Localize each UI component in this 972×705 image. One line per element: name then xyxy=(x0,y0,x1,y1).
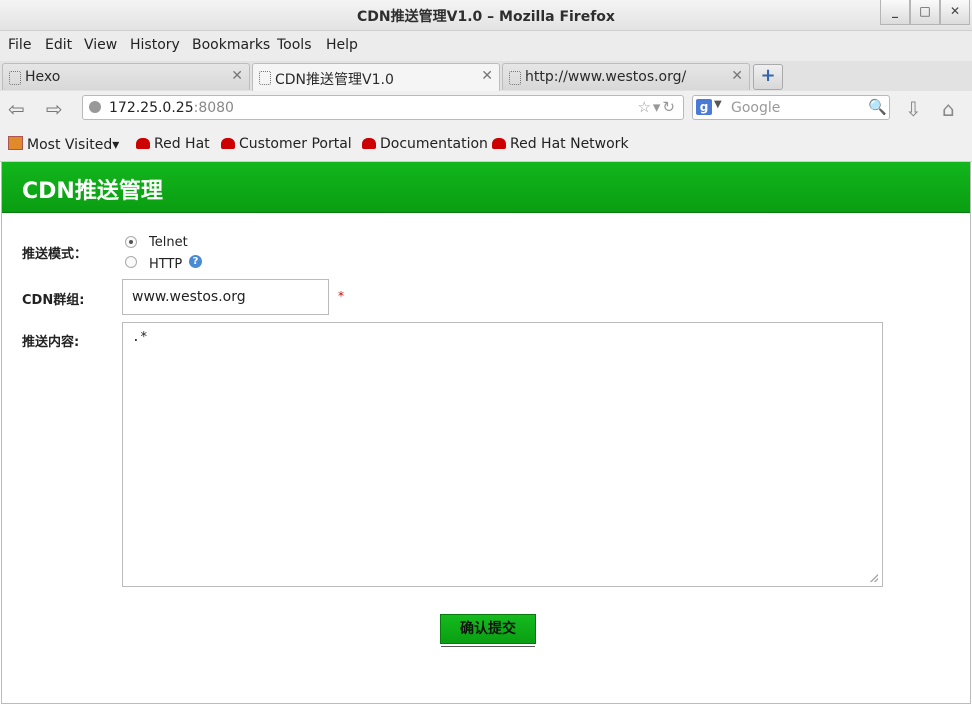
bookmark-label: Most Visited xyxy=(27,137,113,153)
bookmark-label: Customer Portal xyxy=(239,136,352,152)
tab-label: Hexo xyxy=(25,69,61,85)
radio-http-label: HTTP xyxy=(149,257,183,272)
help-icon[interactable]: ? xyxy=(189,255,202,268)
mode-label: 推送模式： xyxy=(22,247,88,262)
url-port: :8080 xyxy=(193,100,234,116)
bookmark-documentation[interactable]: Documentation xyxy=(362,136,488,152)
page-content: CDN推送管理 推送模式： Telnet HTTP ? CDN群组: www.w… xyxy=(1,162,971,704)
bookmark-label: Red Hat xyxy=(154,136,210,152)
close-icon[interactable]: ✕ xyxy=(481,68,493,84)
content-label: 推送内容: xyxy=(22,335,80,350)
globe-icon xyxy=(89,101,101,113)
redhat-icon xyxy=(136,138,150,149)
bookmark-label: Red Hat Network xyxy=(510,136,629,152)
menu-tools[interactable]: Tools xyxy=(277,37,312,53)
group-label: CDN群组: xyxy=(22,293,85,308)
download-icon[interactable]: ⇩ xyxy=(905,97,922,121)
minimize-button[interactable]: _ xyxy=(880,0,910,25)
chevron-down-icon[interactable]: ▼ xyxy=(714,99,722,110)
menu-bar: File Edit View History Bookmarks Tools H… xyxy=(0,31,972,61)
url-bar[interactable]: 172.25.0.25:8080 ☆▾↻ xyxy=(82,95,684,120)
page-icon xyxy=(509,71,521,85)
close-icon[interactable]: ✕ xyxy=(231,68,243,84)
search-icon[interactable]: 🔍 xyxy=(868,98,887,116)
window-title: CDN推送管理V1.0 – Mozilla Firefox xyxy=(357,9,615,25)
bookmark-red-hat-network[interactable]: Red Hat Network xyxy=(492,136,629,152)
forward-icon[interactable]: ⇨ xyxy=(46,97,63,121)
tab-strip: Hexo ✕ CDN推送管理V1.0 ✕ http://www.westos.o… xyxy=(0,61,972,92)
search-placeholder: Google xyxy=(731,100,781,116)
submit-button[interactable]: 确认提交 xyxy=(440,614,536,647)
back-icon[interactable]: ⇦ xyxy=(8,97,25,121)
tab-label: http://www.westos.org/ xyxy=(525,69,687,85)
redhat-icon xyxy=(362,138,376,149)
bookmark-label: Documentation xyxy=(380,136,488,152)
url-host: 172.25.0.25 xyxy=(109,100,194,116)
cdn-group-input[interactable]: www.westos.org xyxy=(122,279,329,315)
new-tab-button[interactable]: + xyxy=(753,64,783,90)
folder-icon xyxy=(8,136,23,150)
search-bar[interactable]: g ▼ Google 🔍 xyxy=(692,95,890,120)
page-header: CDN推送管理 xyxy=(2,162,970,213)
bookmark-red-hat[interactable]: Red Hat xyxy=(136,136,210,152)
maximize-button[interactable]: □ xyxy=(910,0,940,25)
navigation-toolbar: ⇦ ⇨ 172.25.0.25:8080 ☆▾↻ g ▼ Google 🔍 ⇩ … xyxy=(0,91,972,128)
required-mark: * xyxy=(338,289,344,303)
bookmarks-toolbar: Most Visited▾ Red Hat Customer Portal Do… xyxy=(0,128,972,162)
menu-bookmarks[interactable]: Bookmarks xyxy=(192,37,270,53)
close-window-button[interactable]: ✕ xyxy=(940,0,970,25)
menu-edit[interactable]: Edit xyxy=(45,37,72,53)
close-icon[interactable]: ✕ xyxy=(731,68,743,84)
redhat-icon xyxy=(221,138,235,149)
radio-http[interactable] xyxy=(125,256,137,268)
menu-history[interactable]: History xyxy=(130,37,180,53)
resize-grip-icon[interactable] xyxy=(870,574,878,582)
google-icon[interactable]: g xyxy=(696,99,712,115)
home-icon[interactable]: ⌂ xyxy=(942,97,955,121)
bookmark-star-icon[interactable]: ☆▾↻ xyxy=(637,98,677,116)
radio-telnet[interactable] xyxy=(125,236,137,248)
tab-westos[interactable]: http://www.westos.org/ ✕ xyxy=(502,63,750,90)
bookmark-customer-portal[interactable]: Customer Portal xyxy=(221,136,352,152)
window-controls: _ □ ✕ xyxy=(880,0,970,25)
push-content-value: .* xyxy=(132,330,148,345)
tab-label: CDN推送管理V1.0 xyxy=(275,72,394,88)
menu-file[interactable]: File xyxy=(8,37,31,53)
window-titlebar: CDN推送管理V1.0 – Mozilla Firefox _ □ ✕ xyxy=(0,0,972,31)
url-text[interactable]: 172.25.0.25:8080 xyxy=(109,100,234,116)
page-icon xyxy=(9,71,21,85)
tab-cdn[interactable]: CDN推送管理V1.0 ✕ xyxy=(252,63,500,92)
tab-hexo[interactable]: Hexo ✕ xyxy=(2,63,250,90)
page-icon xyxy=(259,71,271,85)
page-title: CDN推送管理 xyxy=(22,179,163,204)
radio-telnet-label: Telnet xyxy=(149,235,188,250)
menu-help[interactable]: Help xyxy=(326,37,358,53)
cdn-group-value: www.westos.org xyxy=(132,289,246,305)
menu-view[interactable]: View xyxy=(84,37,117,53)
push-content-textarea[interactable]: .* xyxy=(122,322,883,587)
bookmark-most-visited[interactable]: Most Visited▾ xyxy=(8,136,119,153)
redhat-icon xyxy=(492,138,506,149)
